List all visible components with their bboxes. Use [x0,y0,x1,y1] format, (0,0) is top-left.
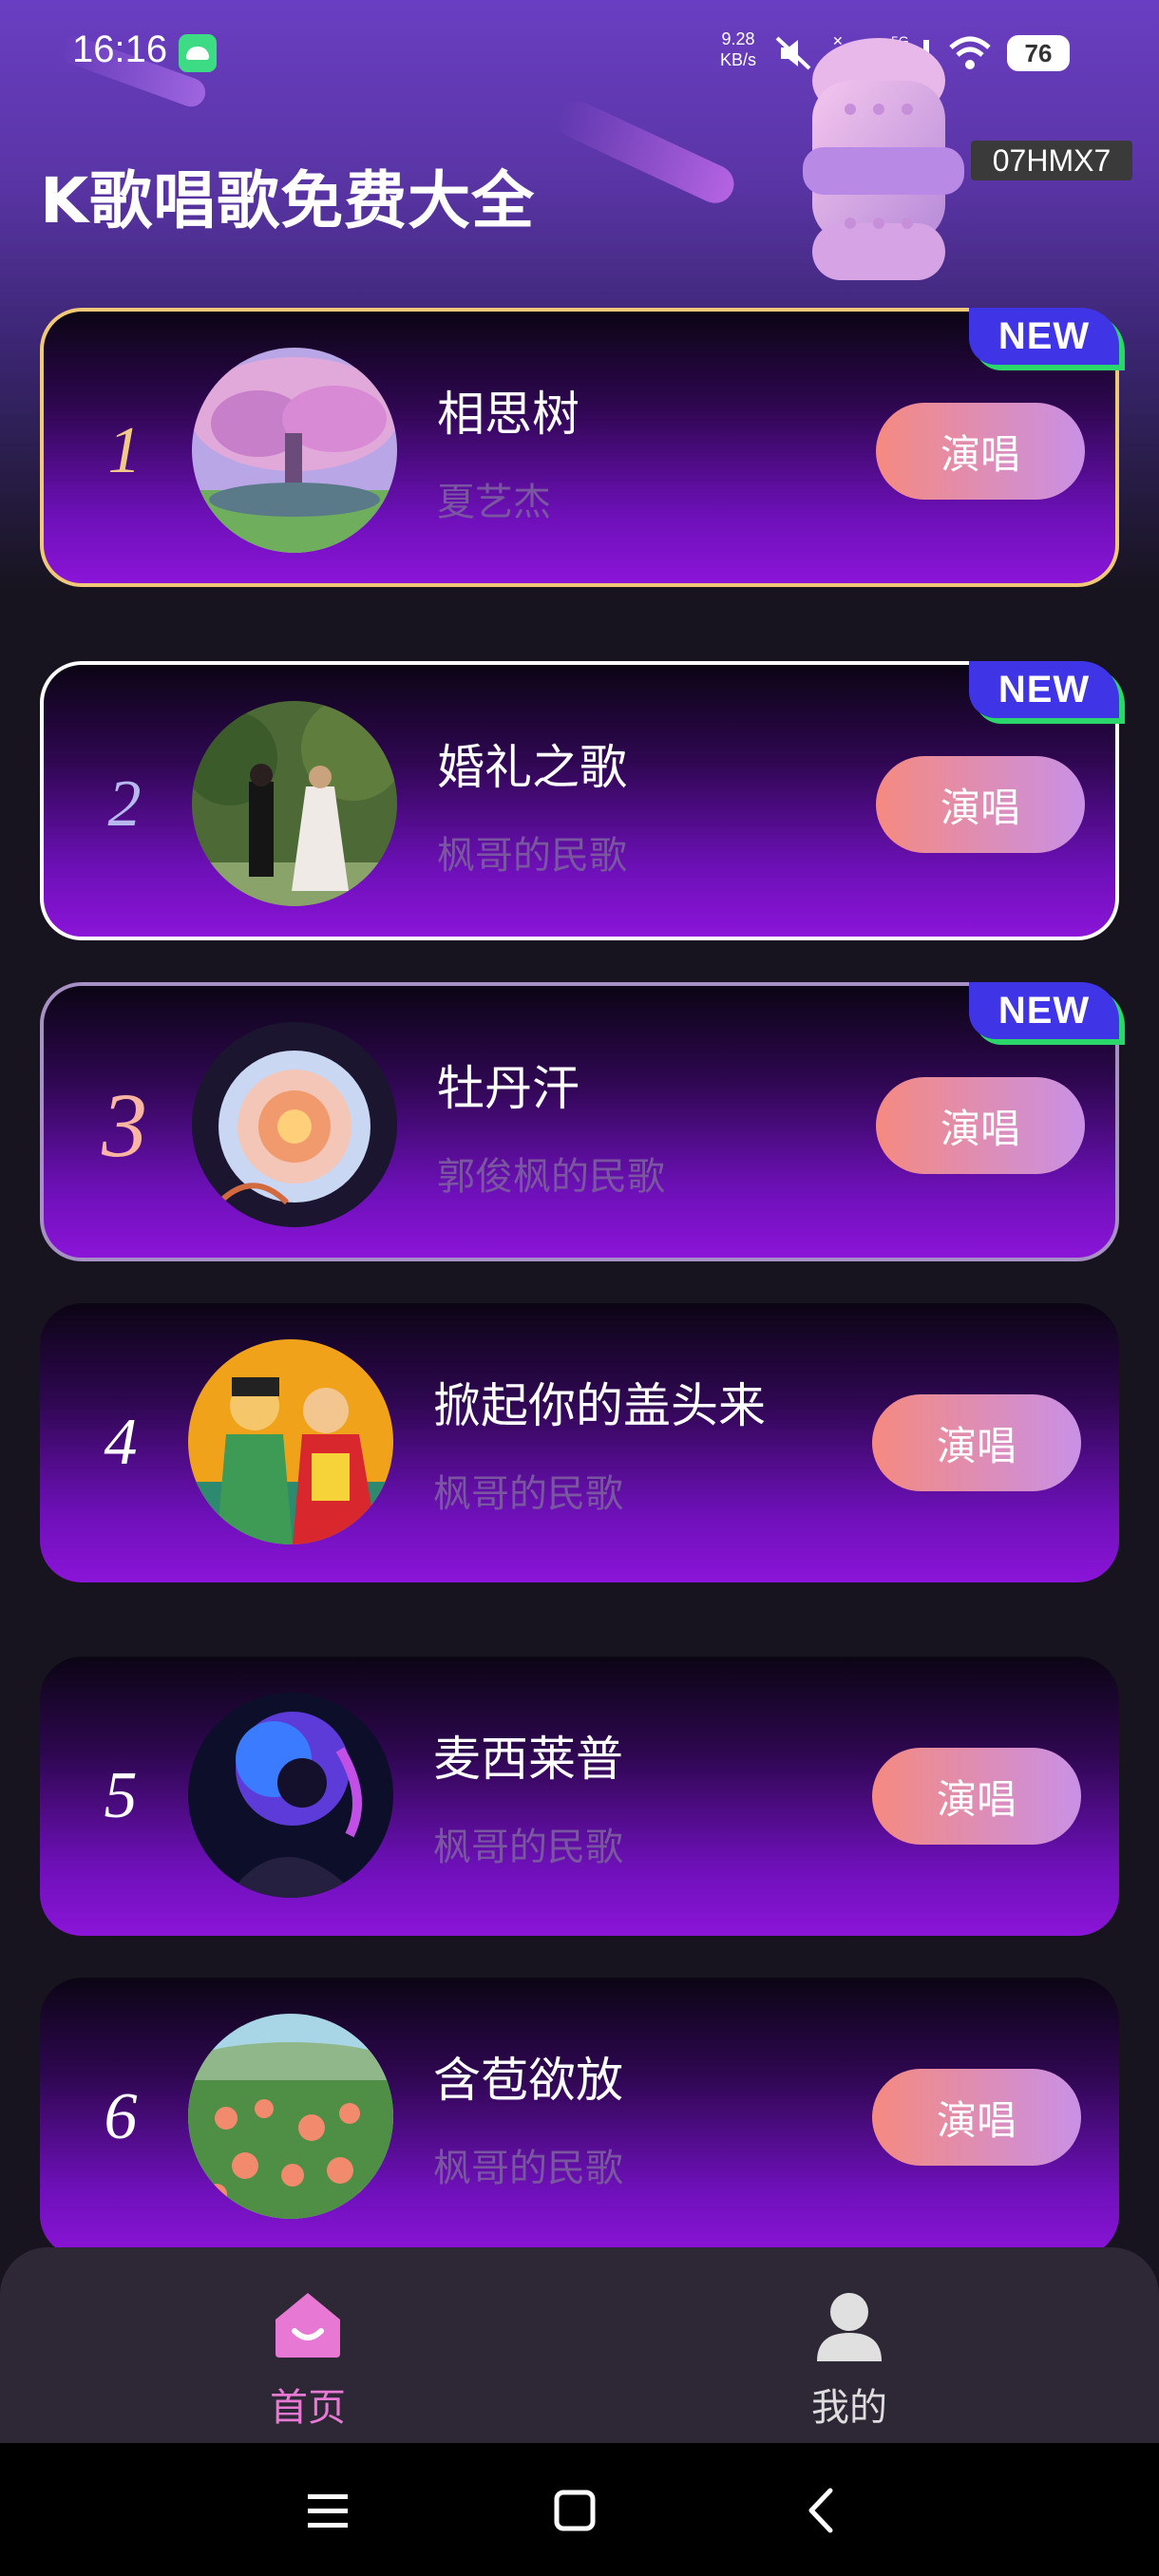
new-badge: NEW [969,982,1119,1039]
new-badge: NEW [969,661,1119,718]
sing-button[interactable]: 演唱 [876,756,1085,853]
nav-tab-home[interactable]: 首页 [165,2247,450,2443]
bottom-nav: 首页 我的 [0,2247,1159,2443]
network-speed: 9.28 KB/s [720,28,756,70]
home-icon [276,2293,340,2358]
song-title: 含苞欲放 [433,2053,623,2108]
song-title: 婚礼之歌 [437,740,627,795]
sing-button[interactable]: 演唱 [872,1394,1081,1491]
system-nav-bar [0,2443,1159,2576]
sing-button[interactable]: 演唱 [876,403,1085,500]
song-card[interactable]: 4 掀起你的盖头来 枫哥的民歌 演唱 [40,1303,1119,1582]
sing-button[interactable]: 演唱 [876,1077,1085,1174]
nav-tab-mine-label: 我的 [811,2386,887,2430]
android-notification-icon [179,34,217,72]
song-cover [188,1339,393,1544]
sing-button[interactable]: 演唱 [872,1748,1081,1845]
song-rank: 4 [104,1406,138,1479]
song-card[interactable]: 1 相思树 夏艺杰 演唱 NEW [40,308,1119,587]
song-cover [192,348,397,553]
network-speed-value: 9.28 [721,29,755,48]
sing-button[interactable]: 演唱 [872,2069,1081,2166]
song-cover [188,2014,393,2219]
home-square-icon[interactable] [542,2477,608,2544]
network-speed-unit: KB/s [720,50,757,69]
song-card[interactable]: 2 婚礼之歌 枫哥的民歌 演唱 NEW [40,661,1119,940]
song-cover [188,1693,393,1898]
song-card[interactable]: 6 含苞欲放 枫哥的民歌 演唱 [40,1978,1119,2257]
song-title: 麦西莱普 [433,1732,623,1787]
nav-tab-mine[interactable]: 我的 [707,2247,992,2443]
new-badge: NEW [969,308,1119,365]
song-rank: 3 [102,1074,147,1176]
back-icon[interactable] [788,2477,855,2544]
microphone-illustration [803,38,964,280]
song-rank: 5 [104,1759,138,1832]
song-title: 掀起你的盖头来 [433,1378,766,1433]
song-card[interactable]: 3 牡丹汗 郭俊枫的民歌 演唱 NEW [40,982,1119,1261]
song-artist: 枫哥的民歌 [433,1472,623,1516]
song-artist: 枫哥的民歌 [437,834,627,878]
song-artist: 枫哥的民歌 [433,1826,623,1869]
song-title: 相思树 [437,387,580,442]
page-title: K歌唱歌免费大全 [40,164,536,237]
status-time: 16:16 [72,28,168,70]
song-card[interactable]: 5 麦西莱普 枫哥的民歌 演唱 [40,1657,1119,1936]
menu-icon[interactable] [294,2477,361,2544]
song-artist: 夏艺杰 [437,481,551,524]
song-cover [192,1022,397,1227]
song-title: 牡丹汗 [437,1061,580,1116]
nav-tab-home-label: 首页 [270,2386,346,2430]
battery-indicator: 76 [1007,35,1070,71]
song-artist: 郭俊枫的民歌 [437,1155,665,1199]
song-rank: 2 [107,767,142,841]
song-rank: 1 [107,414,142,487]
song-rank: 6 [104,2080,138,2153]
song-artist: 枫哥的民歌 [433,2147,623,2190]
user-icon [817,2293,882,2361]
watermark-code: 07HMX7 [971,141,1132,180]
song-cover [192,701,397,906]
